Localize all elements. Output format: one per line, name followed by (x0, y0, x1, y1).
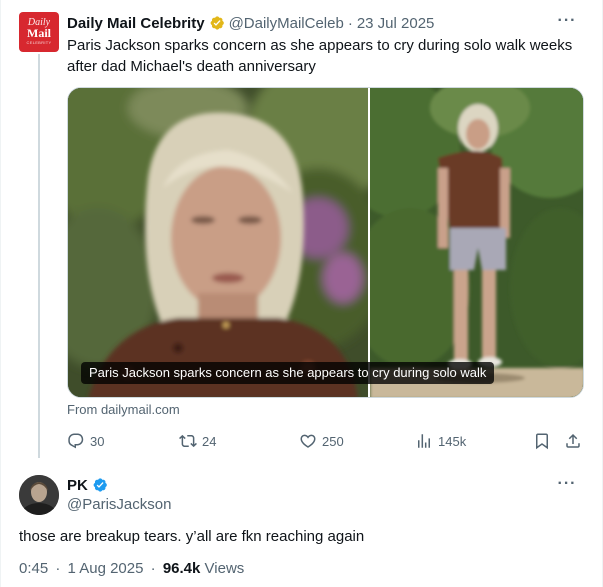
views-label: Views (204, 560, 245, 577)
reply-text: those are breakup tears. y’all are fkn r… (19, 528, 365, 545)
views-count: 96.4k (162, 560, 201, 577)
reply-time[interactable]: 0:45 (19, 560, 48, 577)
share-icon (566, 433, 580, 448)
thread-line (38, 54, 40, 458)
reply-icon (68, 433, 84, 449)
avatar[interactable]: Daily Mail CELEBRITY (19, 12, 59, 52)
author-handle[interactable]: @DailyMailCeleb (229, 15, 344, 32)
author-handle[interactable]: @ParisJackson (67, 496, 171, 513)
media-card[interactable]: Paris Jackson sparks concern as she appe… (67, 87, 584, 398)
avatar-logo-line2: Mail (27, 26, 51, 40)
author-name[interactable]: Daily Mail Celebrity (67, 15, 205, 32)
repost-icon (179, 434, 197, 448)
avatar[interactable] (19, 475, 59, 515)
share-button[interactable] (564, 431, 582, 451)
views-button[interactable]: 145k (415, 431, 466, 451)
reply-button[interactable]: 30 (67, 431, 104, 451)
repost-count: 24 (202, 433, 217, 449)
heart-icon (300, 434, 316, 448)
tweet-date[interactable]: 23 Jul 2025 (357, 15, 435, 32)
separator: · (150, 560, 156, 577)
repost-button[interactable]: 24 (179, 431, 216, 451)
author-name[interactable]: PK (67, 477, 88, 494)
reply-count: 30 (90, 433, 105, 449)
photo-fullbody (370, 88, 583, 397)
verified-gold-badge-icon (210, 16, 224, 30)
photo-closeup (68, 88, 368, 397)
more-options-button[interactable]: ··· (557, 474, 577, 494)
like-count: 250 (322, 433, 344, 449)
avatar-logo-line3: CELEBRITY (26, 40, 52, 45)
reply-header: PK (67, 475, 112, 495)
frame-border-left (0, 0, 1, 587)
analytics-icon (418, 434, 430, 448)
separator: · (347, 14, 353, 32)
bookmark-icon (536, 433, 548, 450)
reply-meta: 0:45 · 1 Aug 2025 · 96.4k Views (19, 559, 244, 579)
reply-date[interactable]: 1 Aug 2025 (68, 560, 144, 577)
action-bar: 30 24 250 145k (67, 431, 584, 451)
tweet-header: Daily Mail Celebrity @DailyMailCeleb · 2… (67, 13, 434, 33)
tweet-text: Paris Jackson sparks concern as she appe… (67, 37, 573, 75)
verified-badge-icon (93, 478, 107, 492)
separator: · (55, 560, 61, 577)
source-link[interactable]: From dailymail.com (67, 402, 180, 417)
like-button[interactable]: 250 (299, 431, 344, 451)
bookmark-button[interactable] (533, 431, 551, 451)
more-options-button[interactable]: ··· (557, 11, 577, 31)
media-caption: Paris Jackson sparks concern as she appe… (81, 362, 495, 384)
views-count: 145k (438, 433, 467, 449)
